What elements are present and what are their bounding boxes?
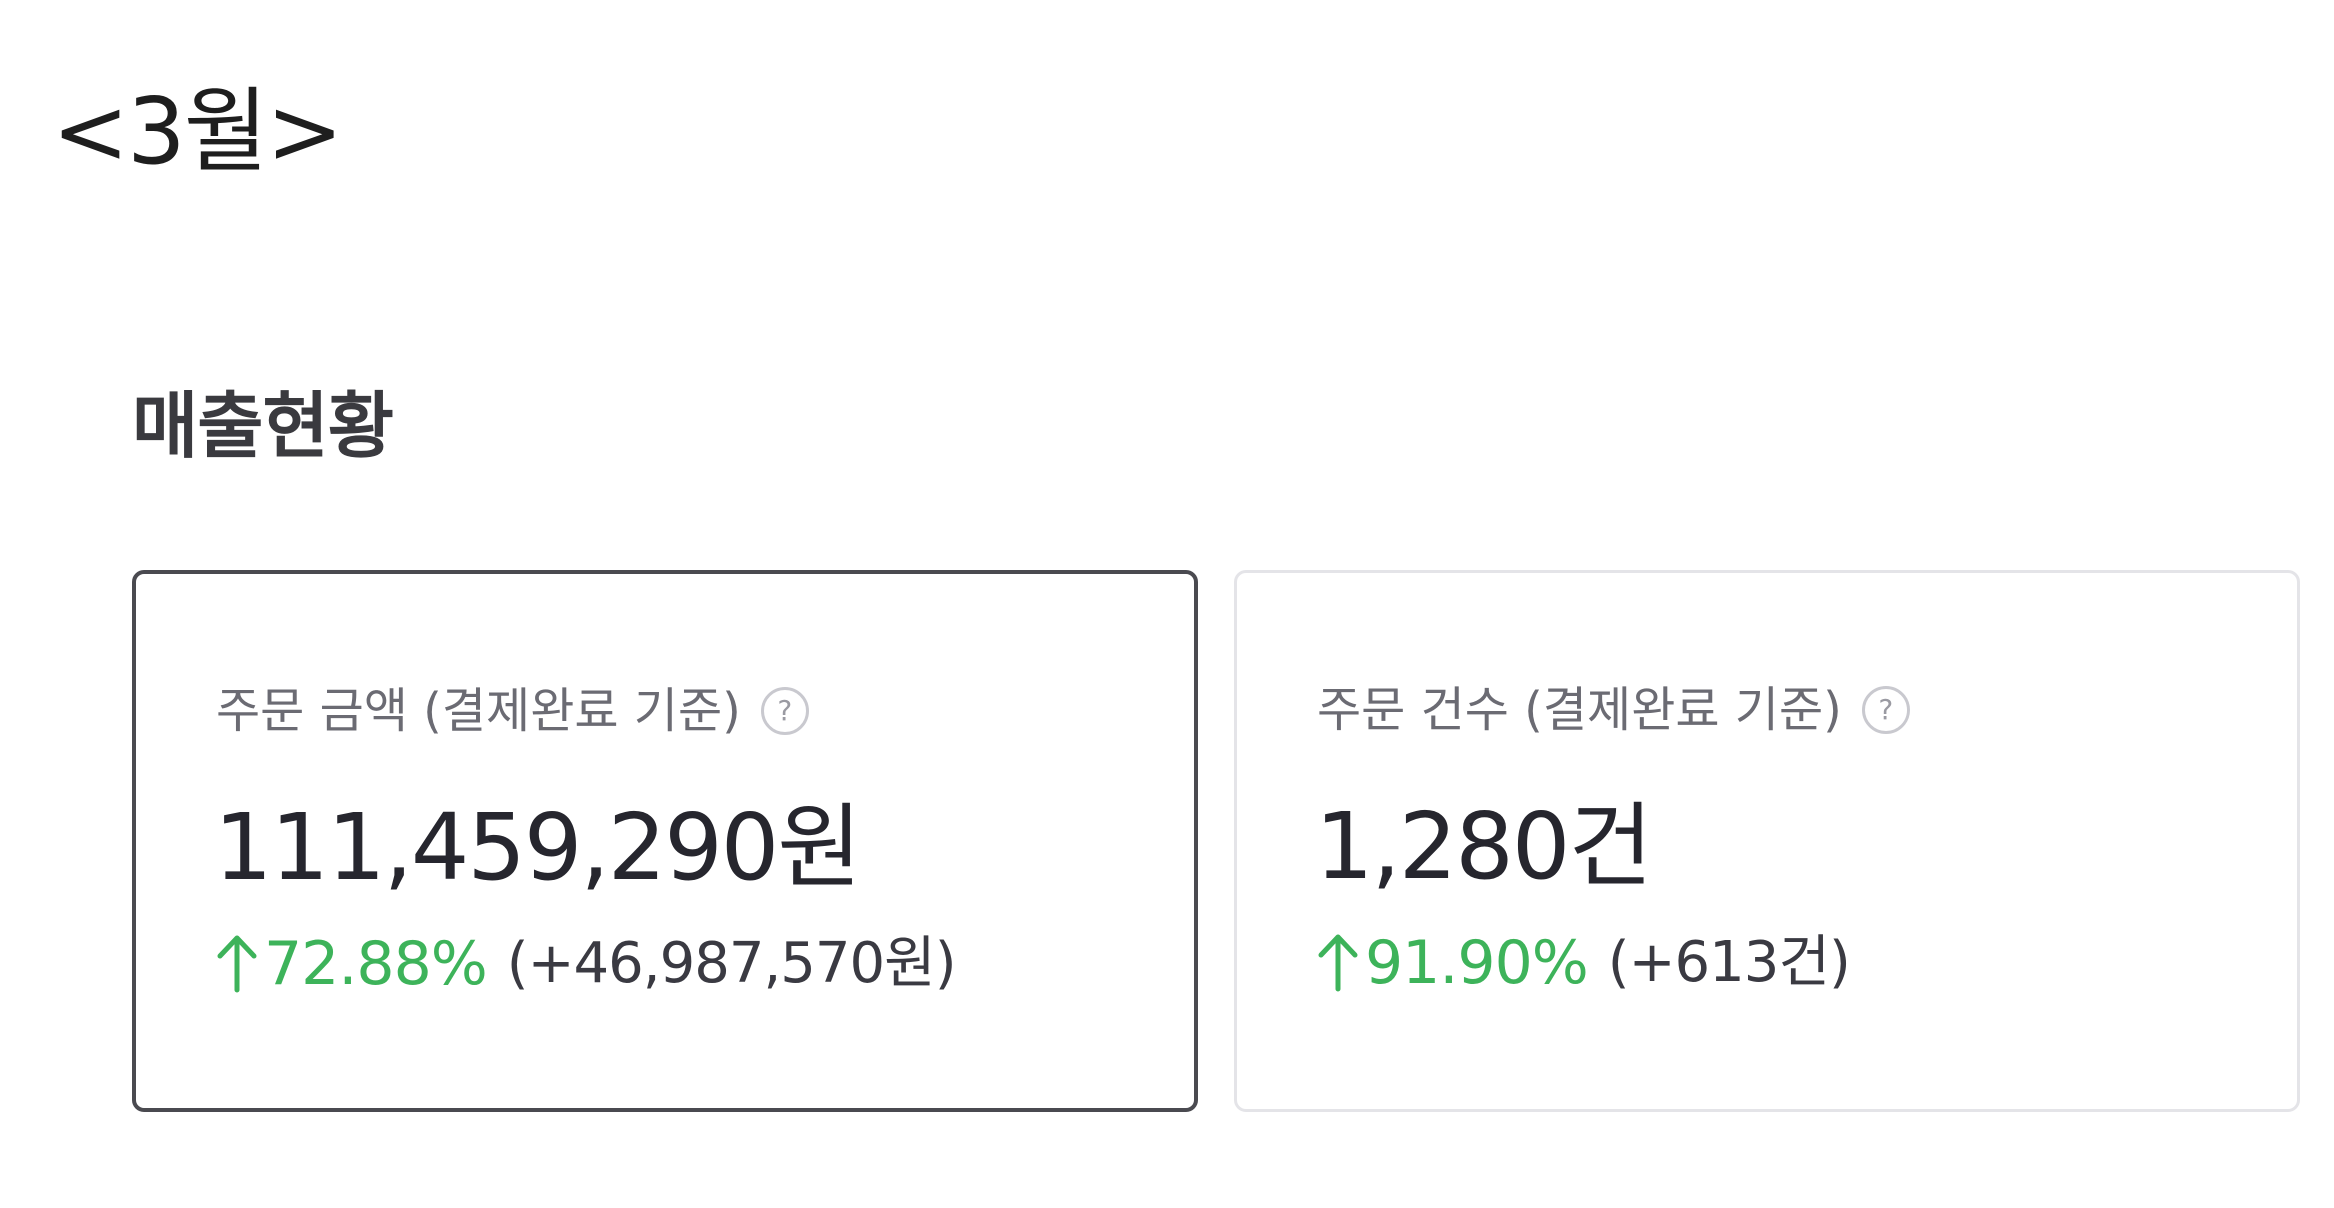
help-icon[interactable]: ? [760, 687, 809, 735]
order-count-label: 주문 건수 (결제완료 기준) [1317, 682, 1842, 738]
change-diff: (+46,987,570원) [506, 931, 957, 996]
order-count-change: 91.90% (+613건) [1317, 923, 1851, 1003]
order-amount-value: 111,459,290원 [214, 794, 862, 901]
section-title: 매출현황 [132, 384, 394, 468]
change-percent: 91.90% [1365, 928, 1589, 998]
card-label: 주문 건수 (결제완료 기준) ? [1317, 678, 1910, 742]
arrow-up-icon [1318, 934, 1358, 992]
help-icon[interactable]: ? [1861, 686, 1910, 734]
arrow-up-icon [217, 935, 257, 993]
month-title: <3월> [52, 78, 343, 185]
order-amount-card[interactable]: 주문 금액 (결제완료 기준) ? 111,459,290원 72.88% (+… [132, 570, 1198, 1112]
order-amount-change: 72.88% (+46,987,570원) [216, 924, 957, 1004]
change-diff: (+613건) [1607, 930, 1851, 995]
order-count-value: 1,280건 [1315, 793, 1653, 900]
order-amount-label: 주문 금액 (결제완료 기준) [216, 683, 741, 739]
card-label: 주문 금액 (결제완료 기준) ? [216, 679, 809, 743]
order-count-card[interactable]: 주문 건수 (결제완료 기준) ? 1,280건 91.90% (+613건) [1234, 570, 2300, 1112]
change-percent: 72.88% [264, 929, 488, 999]
